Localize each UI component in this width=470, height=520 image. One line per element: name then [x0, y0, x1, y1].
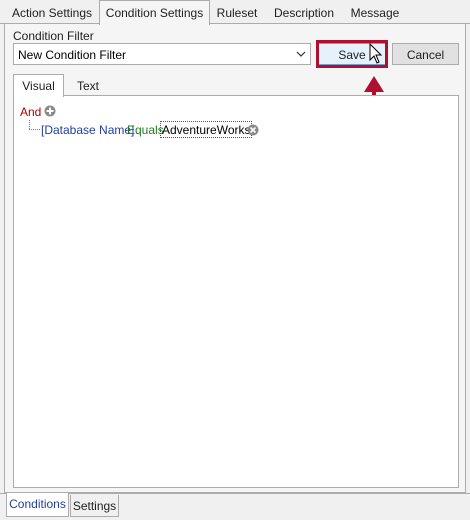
- bottom-tab-divider: [0, 493, 470, 494]
- condition-field[interactable]: [Database Name]: [41, 123, 134, 137]
- condition-settings-panel: Condition Filter New Condition Filter Sa…: [4, 23, 466, 493]
- top-tab-strip: Action Settings Condition Settings Rules…: [0, 0, 470, 25]
- tab-action-settings[interactable]: Action Settings: [6, 2, 98, 24]
- tab-message[interactable]: Message: [345, 2, 405, 24]
- condition-filter-selected: New Condition Filter: [18, 48, 127, 62]
- condition-filter-dropdown[interactable]: New Condition Filter: [13, 43, 311, 65]
- chevron-down-icon: [296, 51, 306, 57]
- tab-description[interactable]: Description: [265, 2, 343, 24]
- tab-visual[interactable]: Visual: [13, 74, 64, 97]
- tree-connector: [29, 129, 40, 130]
- editor-tab-strip: Visual Text: [13, 74, 457, 97]
- visual-condition-editor[interactable]: And [Database Name] Equals AdventureWork…: [13, 95, 459, 488]
- cancel-button[interactable]: Cancel: [392, 43, 459, 65]
- save-button[interactable]: Save: [318, 43, 386, 65]
- condition-value[interactable]: AdventureWorks: [160, 121, 253, 138]
- tab-conditions[interactable]: Conditions: [6, 493, 69, 517]
- tree-connector: [29, 120, 30, 129]
- tab-text[interactable]: Text: [66, 75, 110, 96]
- condition-settings-window: Action Settings Condition Settings Rules…: [0, 0, 470, 520]
- condition-filter-label: Condition Filter: [13, 29, 94, 43]
- x-circle-icon[interactable]: [247, 124, 259, 136]
- tab-ruleset[interactable]: Ruleset: [211, 2, 263, 24]
- plus-circle-icon[interactable]: [44, 105, 56, 117]
- condition-operator[interactable]: Equals: [127, 123, 164, 137]
- tab-condition-settings[interactable]: Condition Settings: [99, 0, 210, 25]
- group-operator[interactable]: And: [20, 105, 41, 119]
- tab-settings[interactable]: Settings: [70, 495, 119, 517]
